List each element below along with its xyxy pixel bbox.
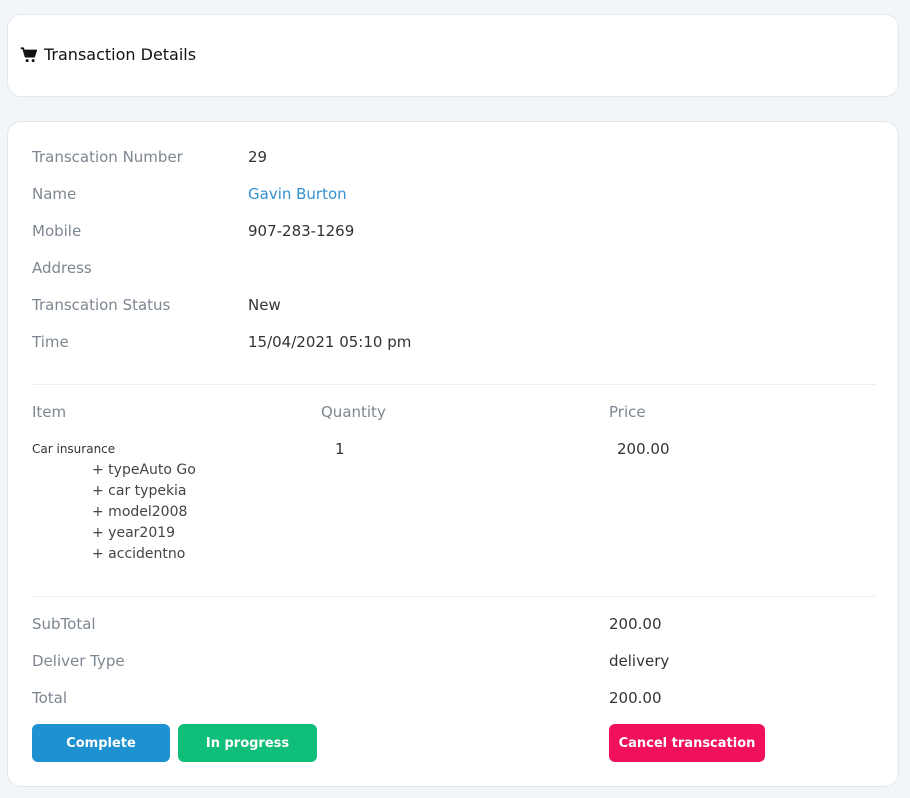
subtotal-value: 200.00: [609, 615, 662, 633]
transaction-number-label: Transcation Number: [32, 148, 183, 166]
customer-name-link[interactable]: Gavin Burton: [248, 185, 347, 203]
divider: [32, 596, 876, 597]
deliver-type-label: Deliver Type: [32, 652, 125, 670]
transaction-number-value: 29: [248, 148, 268, 166]
mobile-label: Mobile: [32, 222, 82, 240]
item-option: + year2019: [92, 525, 176, 541]
page-title: Transaction Details: [20, 45, 196, 64]
page-title-text: Transaction Details: [44, 45, 197, 64]
item-option: + car typekia: [92, 483, 187, 499]
total-label: Total: [32, 689, 68, 707]
status-label: Transcation Status: [32, 296, 171, 314]
mobile-value: 907-283-1269: [248, 222, 355, 240]
item-option: + accidentno: [92, 546, 186, 562]
item-options-list: + typeAuto Go + car typekia + model2008 …: [92, 460, 196, 565]
transaction-card: Transcation Number 29 Name Gavin Burton …: [7, 121, 899, 787]
shopping-cart-icon: [20, 46, 38, 62]
deliver-type-value: delivery: [609, 652, 670, 670]
column-header-item: Item: [32, 403, 67, 421]
item-quantity: 1: [335, 440, 345, 458]
address-label: Address: [32, 259, 92, 277]
header-card: Transaction Details: [7, 14, 899, 97]
divider: [32, 384, 876, 385]
item-option: + model2008: [92, 504, 188, 520]
subtotal-label: SubTotal: [32, 615, 96, 633]
status-value: New: [248, 296, 281, 314]
time-value: 15/04/2021 05:10 pm: [248, 333, 412, 351]
total-value: 200.00: [609, 689, 662, 707]
name-label: Name: [32, 185, 77, 203]
column-header-price: Price: [609, 403, 646, 421]
in-progress-button[interactable]: In progress: [178, 724, 317, 762]
item-option: + typeAuto Go: [92, 462, 196, 478]
complete-button[interactable]: Complete: [32, 724, 170, 762]
item-price: 200.00: [617, 440, 670, 458]
time-label: Time: [32, 333, 69, 351]
cancel-transaction-button[interactable]: Cancel transcation: [609, 724, 765, 762]
column-header-quantity: Quantity: [321, 403, 386, 421]
item-name: Car insurance: [32, 442, 116, 456]
